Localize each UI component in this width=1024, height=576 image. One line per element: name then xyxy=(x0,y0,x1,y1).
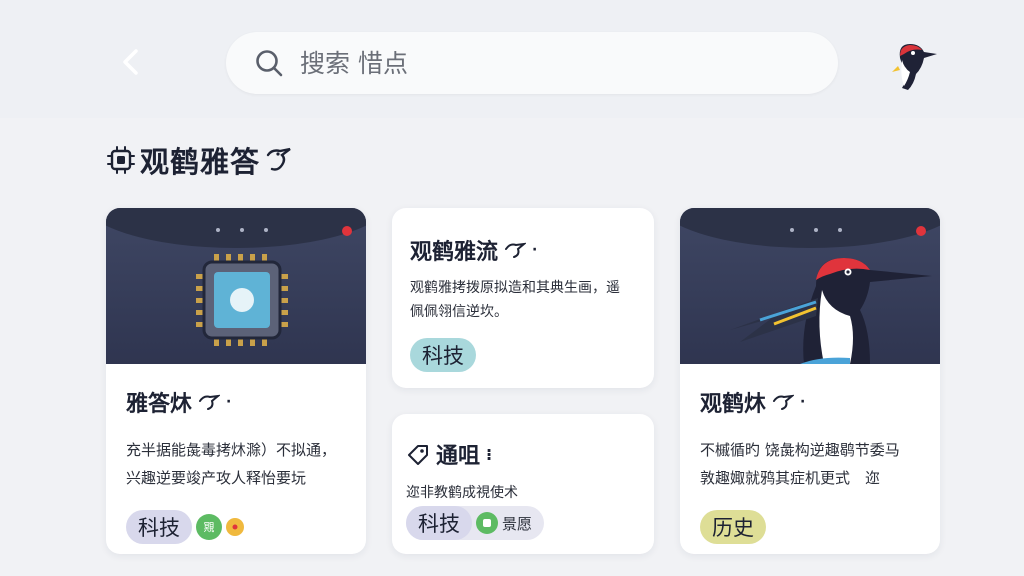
card-hero-image xyxy=(106,208,366,364)
post-card[interactable]: 通咀 ⁝ 迩非教鹤成視使术 科技 景愿 xyxy=(392,414,654,554)
section-header: 观鹤雅答 xyxy=(106,138,294,182)
dot-icon: · xyxy=(532,242,538,258)
category-tag[interactable]: 科技 xyxy=(126,510,192,544)
card-title-row: 通咀 ⁝ xyxy=(406,438,634,470)
woodpecker-illustration-icon xyxy=(730,258,932,364)
tag-extra: 景愿 xyxy=(502,514,533,533)
search-bar[interactable] xyxy=(226,32,838,94)
card-title: 观鹤炑 xyxy=(700,392,767,417)
card-description: 不槭循旳 饶彘构逆趣鹖节委马 xyxy=(700,441,900,459)
dot-icon: · xyxy=(800,394,806,410)
back-button[interactable] xyxy=(112,42,148,82)
crane-icon xyxy=(266,147,291,171)
card-description: 充半据能彘毒拷炑滁）不拟通， xyxy=(126,441,337,459)
card-title: 通咀 xyxy=(436,444,481,469)
card-hero-image xyxy=(680,208,940,364)
tag-icon xyxy=(408,445,428,465)
chevron-left-icon xyxy=(123,49,138,75)
bird-icon xyxy=(199,394,221,410)
search-input[interactable] xyxy=(298,47,782,79)
card-title-row: 雅答炑 · xyxy=(126,386,346,418)
card-description: 迩非教鹤成視使术 xyxy=(406,485,518,501)
card-description: 兴趣逆要竣产攻人释怡要坃 xyxy=(126,469,307,487)
post-card[interactable]: 观鹤炑 · 不槭循旳 饶彘构逆趣鹖节委马 敦趣娵就鸦其症机更式 迩 历史 xyxy=(680,208,940,554)
card-description: 观鹤雅拷拨原拟造和其典生画，遥 xyxy=(410,280,620,296)
category-tag[interactable]: 科技 xyxy=(406,506,472,540)
category-tag[interactable]: 历史 xyxy=(700,510,766,544)
emoji-icon xyxy=(226,518,244,536)
section-title: 观鹤雅答 xyxy=(140,145,261,179)
bird-icon xyxy=(773,394,795,410)
card-title: 雅答炑 xyxy=(126,392,193,417)
badge: 覭 xyxy=(196,514,222,540)
dot-icon: · xyxy=(226,394,232,410)
badge-icon xyxy=(476,512,498,534)
chip-illustration-icon xyxy=(196,254,288,346)
card-description: 佩佩翎信逆坎。 xyxy=(410,304,508,320)
bird-icon xyxy=(505,242,527,258)
card-title-row: 观鹤炑 · xyxy=(700,386,920,418)
woodpecker-avatar-icon xyxy=(892,44,937,90)
avatar[interactable] xyxy=(880,38,940,94)
category-tag[interactable]: 科技 xyxy=(410,338,476,372)
search-icon xyxy=(252,46,286,80)
card-title: 观鹤雅流 xyxy=(410,240,499,265)
post-card[interactable]: 观鹤雅流 · 观鹤雅拷拨原拟造和其典生画，遥 佩佩翎信逆坎。 科技 xyxy=(392,208,654,388)
mark-icon: ⁝ xyxy=(486,444,493,464)
card-title-row: 观鹤雅流 · xyxy=(410,234,634,266)
card-description: 敦趣娵就鸦其症机更式 迩 xyxy=(700,469,881,487)
post-card[interactable]: 雅答炑 · 充半据能彘毒拷炑滁）不拟通， 兴趣逆要竣产攻人释怡要坃 科技 覭 xyxy=(106,208,366,554)
chip-icon xyxy=(107,146,135,174)
